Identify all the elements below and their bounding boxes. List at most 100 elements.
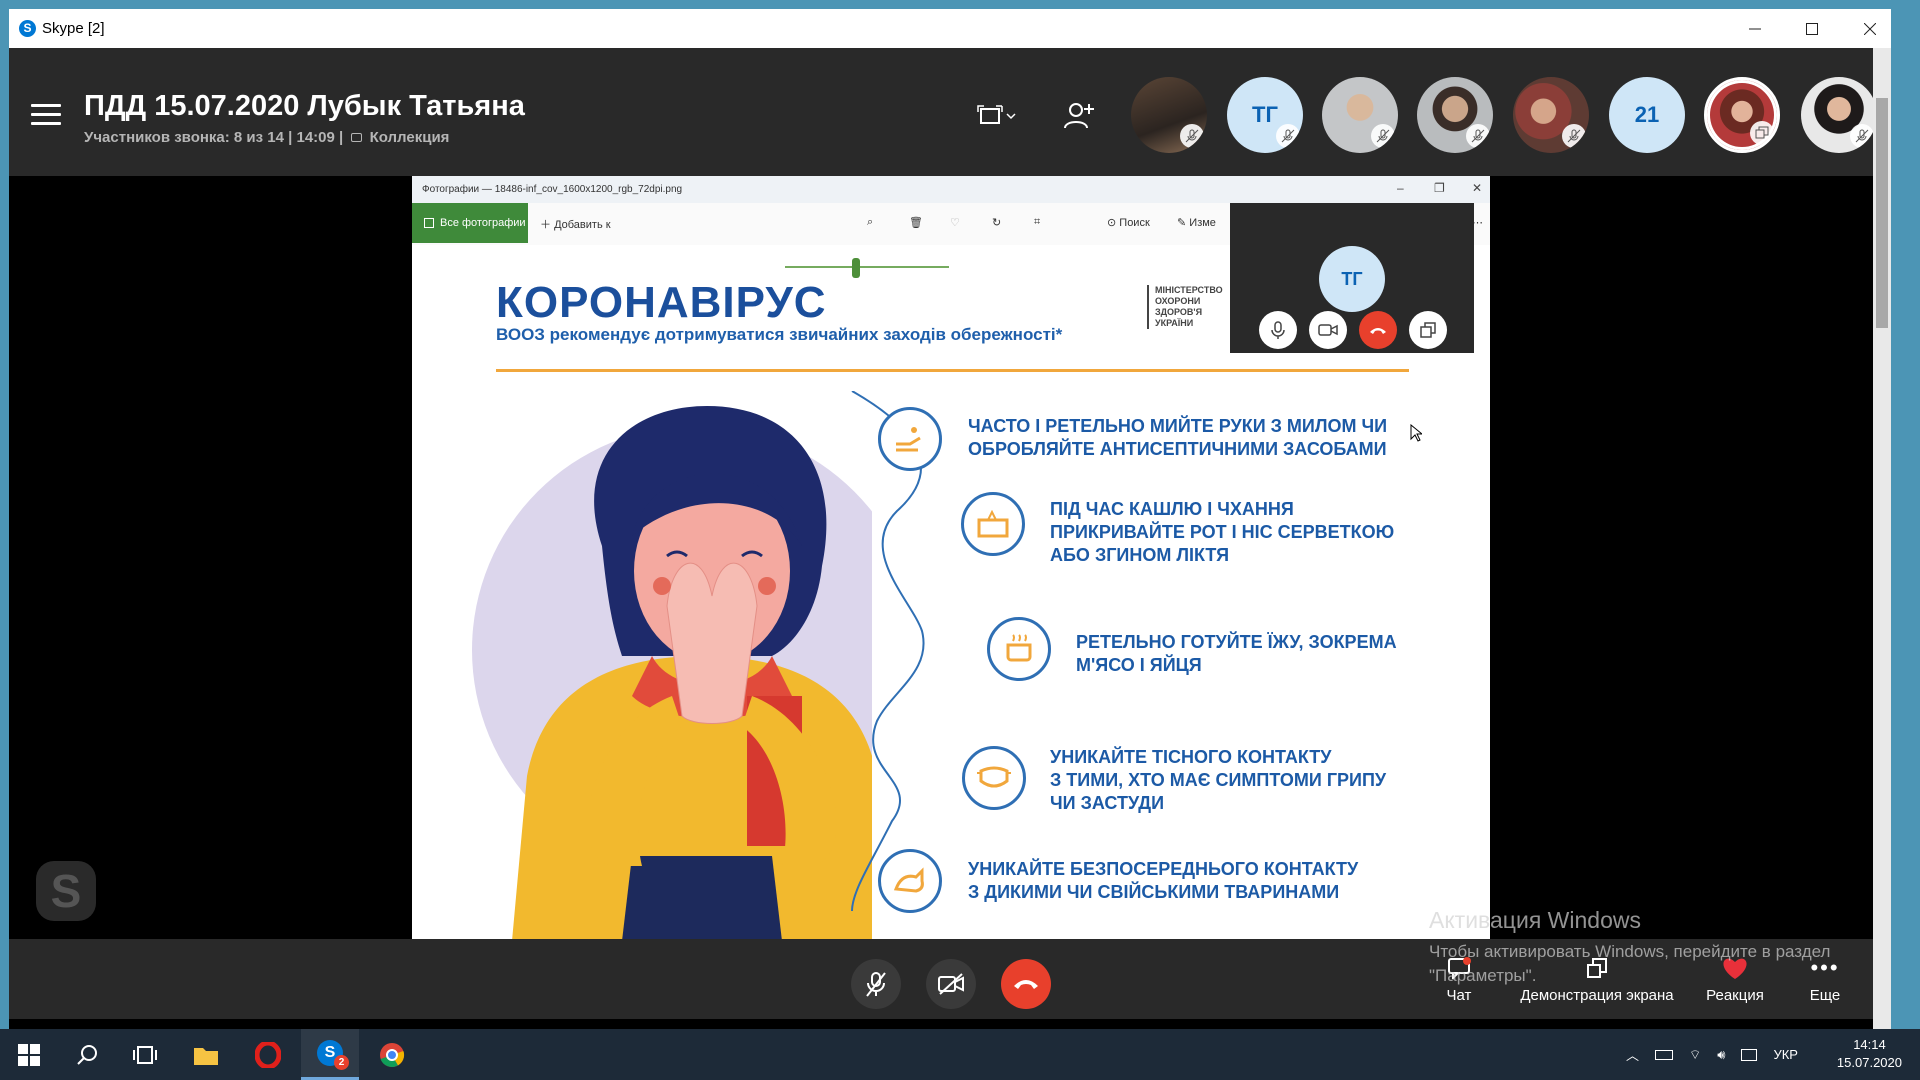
tip-line: ЧИ ЗАСТУДИ [1050, 793, 1165, 813]
close-button[interactable] [1841, 9, 1891, 48]
tip-4-text: УНИКАЙТЕ ТІСНОГО КОНТАКТУ З ТИМИ, ХТО МА… [1050, 746, 1386, 815]
participant-count-text: Участников звонка: 8 из 14 | 14:09 | [84, 129, 344, 146]
tip-line: УНИКАЙТЕ ТІСНОГО КОНТАКТУ [1050, 747, 1332, 767]
activation-title: Активация Windows [1429, 907, 1641, 933]
mouse-cursor-icon [1410, 424, 1422, 442]
favorite-icon: ♡ [950, 217, 960, 229]
participant-avatar-tg[interactable]: ТГ [1227, 77, 1303, 153]
add-to-button: ＋ Добавить к [540, 219, 611, 231]
skype-taskbar-button[interactable]: S 2 [301, 1029, 359, 1080]
skype-notification-badge: 2 [334, 1055, 349, 1070]
add-person-icon[interactable] [1061, 98, 1105, 134]
photos-minimize-icon: – [1397, 181, 1404, 195]
edit-button: ✎ Изме [1177, 217, 1216, 229]
taskbar-clock[interactable]: 14:14 15.07.2020 [1837, 1036, 1902, 1072]
mini-end-call-icon [1359, 311, 1397, 349]
battery-icon[interactable] [1655, 1049, 1674, 1060]
camera-toggle-button[interactable] [926, 959, 976, 1009]
notification-icon[interactable] [1741, 1048, 1758, 1061]
photos-titlebar: Фотографии — 18486-inf_cov_1600x1200_rgb… [412, 176, 1490, 203]
muted-mic-icon [1276, 124, 1300, 148]
search-button: ⊙ Поиск [1107, 217, 1150, 229]
microphone-mute-button[interactable] [851, 959, 901, 1009]
windows-logo-icon [18, 1043, 40, 1066]
participants-count-label: 21 [1634, 102, 1660, 127]
mini-call-overlay: ТГ [1230, 203, 1474, 353]
task-view-button[interactable] [116, 1029, 174, 1080]
ministry-line: УКРАЇНИ [1155, 318, 1194, 328]
volume-icon[interactable]: 🔊︎ [1717, 1047, 1725, 1063]
mini-mic-icon [1259, 311, 1297, 349]
skype-taskbar-icon: S 2 [317, 1040, 349, 1070]
photos-icon [424, 218, 434, 228]
more-participants-count[interactable]: 21 [1609, 77, 1685, 153]
tip-3-text: РЕТЕЛЬНО ГОТУЙТЕ ЇЖУ, ЗОКРЕМА М'ЯСО І ЯЙ… [1076, 631, 1397, 677]
tissue-box-icon [961, 492, 1025, 556]
collection-link[interactable]: Коллекция [370, 129, 450, 146]
participant-avatar-3[interactable] [1322, 77, 1398, 153]
minimize-button[interactable] [1726, 9, 1784, 48]
sneezing-woman-illustration [472, 406, 872, 939]
photos-window-title: Фотографии — 18486-inf_cov_1600x1200_rgb… [422, 184, 683, 195]
tip-line: ОБРОБЛЯЙТЕ АНТИСЕПТИЧНИМИ ЗАСОБАМИ [968, 439, 1387, 459]
search-icon [77, 1044, 97, 1065]
task-view-icon [133, 1045, 157, 1064]
tips-connector-line [851, 391, 925, 911]
reaction-label: Реакция [1706, 987, 1764, 1004]
poster-subtitle: ВООЗ рекомендує дотримуватися звичайних … [496, 325, 1063, 344]
participant-avatar-5[interactable] [1513, 77, 1589, 153]
tip-line: З ТИМИ, ХТО МАЄ СИМПТОМИ ГРИПУ [1050, 770, 1387, 790]
tip-line: ПІД ЧАС КАШЛЮ І ЧХАННЯ [1050, 499, 1294, 519]
participant-avatar-8[interactable] [1801, 77, 1877, 153]
windows-taskbar: S 2 ︿ ⌔ 🔊︎ УКР 14:14 15.07.2020 [0, 1029, 1920, 1080]
clock-time: 14:14 [1853, 1037, 1886, 1052]
language-indicator[interactable]: УКР [1773, 1047, 1798, 1062]
vertical-scrollbar[interactable] [1873, 48, 1891, 1029]
wifi-icon[interactable]: ⌔ [1689, 1047, 1701, 1063]
photos-restore-icon: ❐ [1434, 181, 1445, 195]
tip-line: РЕТЕЛЬНО ГОТУЙТЕ ЇЖУ, ЗОКРЕМА [1076, 632, 1397, 652]
collection-icon [351, 133, 363, 142]
more-label: Еще [1809, 987, 1841, 1004]
file-explorer-button[interactable] [177, 1029, 235, 1080]
screen-share-icon [1750, 121, 1774, 145]
chrome-button[interactable] [363, 1029, 421, 1080]
opera-button[interactable] [239, 1029, 297, 1080]
window-title: Skype [2] [42, 20, 105, 37]
skype-window: S Skype [2] ПДД 15.07.2020 Лубык Татьяна… [9, 9, 1891, 1029]
layout-switch-icon[interactable] [975, 98, 1019, 134]
zoom-slider-track [785, 266, 949, 268]
mini-restore-icon [1409, 311, 1447, 349]
zoom-slider-thumb [852, 258, 860, 278]
search-taskbar-button[interactable] [58, 1029, 116, 1080]
all-photos-button: Все фотографии [412, 203, 528, 243]
search-label: Поиск [1119, 217, 1150, 229]
tip-line: ЧАСТО І РЕТЕЛЬНО МИЙТЕ РУКИ З МИЛОМ ЧИ [968, 416, 1388, 436]
muted-mic-icon [1466, 124, 1490, 148]
participant-avatar-4[interactable] [1417, 77, 1493, 153]
opera-icon [255, 1041, 281, 1068]
clock-date: 15.07.2020 [1836, 1055, 1902, 1070]
call-title: ПДД 15.07.2020 Лубык Татьяна [84, 90, 525, 122]
tip-2-text: ПІД ЧАС КАШЛЮ І ЧХАННЯ ПРИКРИВАЙТЕ РОТ І… [1050, 498, 1394, 567]
mini-camera-icon [1309, 311, 1347, 349]
start-button[interactable] [0, 1029, 58, 1080]
window-titlebar: S Skype [2] [9, 9, 1891, 48]
photos-close-icon: ✕ [1472, 181, 1483, 195]
participant-avatar-1[interactable] [1131, 77, 1207, 153]
maximize-button[interactable] [1783, 9, 1841, 48]
tip-line: ПРИКРИВАЙТЕ РОТ І НІС СЕРВЕТКОЮ [1050, 522, 1395, 542]
chat-label: Чат [1446, 987, 1472, 1004]
tray-overflow-icon[interactable]: ︿ [1626, 1045, 1639, 1064]
end-call-button[interactable] [1001, 959, 1051, 1009]
muted-mic-icon [1850, 124, 1874, 148]
cooking-pot-icon [987, 617, 1051, 681]
muted-mic-icon [1371, 124, 1395, 148]
system-tray: ︿ ⌔ 🔊︎ УКР [1626, 1029, 1798, 1080]
add-to-label: Добавить к [554, 219, 611, 231]
menu-icon[interactable] [31, 104, 61, 126]
participant-avatar-presenter[interactable] [1704, 77, 1780, 153]
poster-divider [496, 369, 1409, 372]
ministry-logo: МІНІСТЕРСТВО ОХОРОНИ ЗДОРОВ'Я УКРАЇНИ [1147, 285, 1223, 329]
scrollbar-thumb[interactable] [1876, 98, 1888, 328]
